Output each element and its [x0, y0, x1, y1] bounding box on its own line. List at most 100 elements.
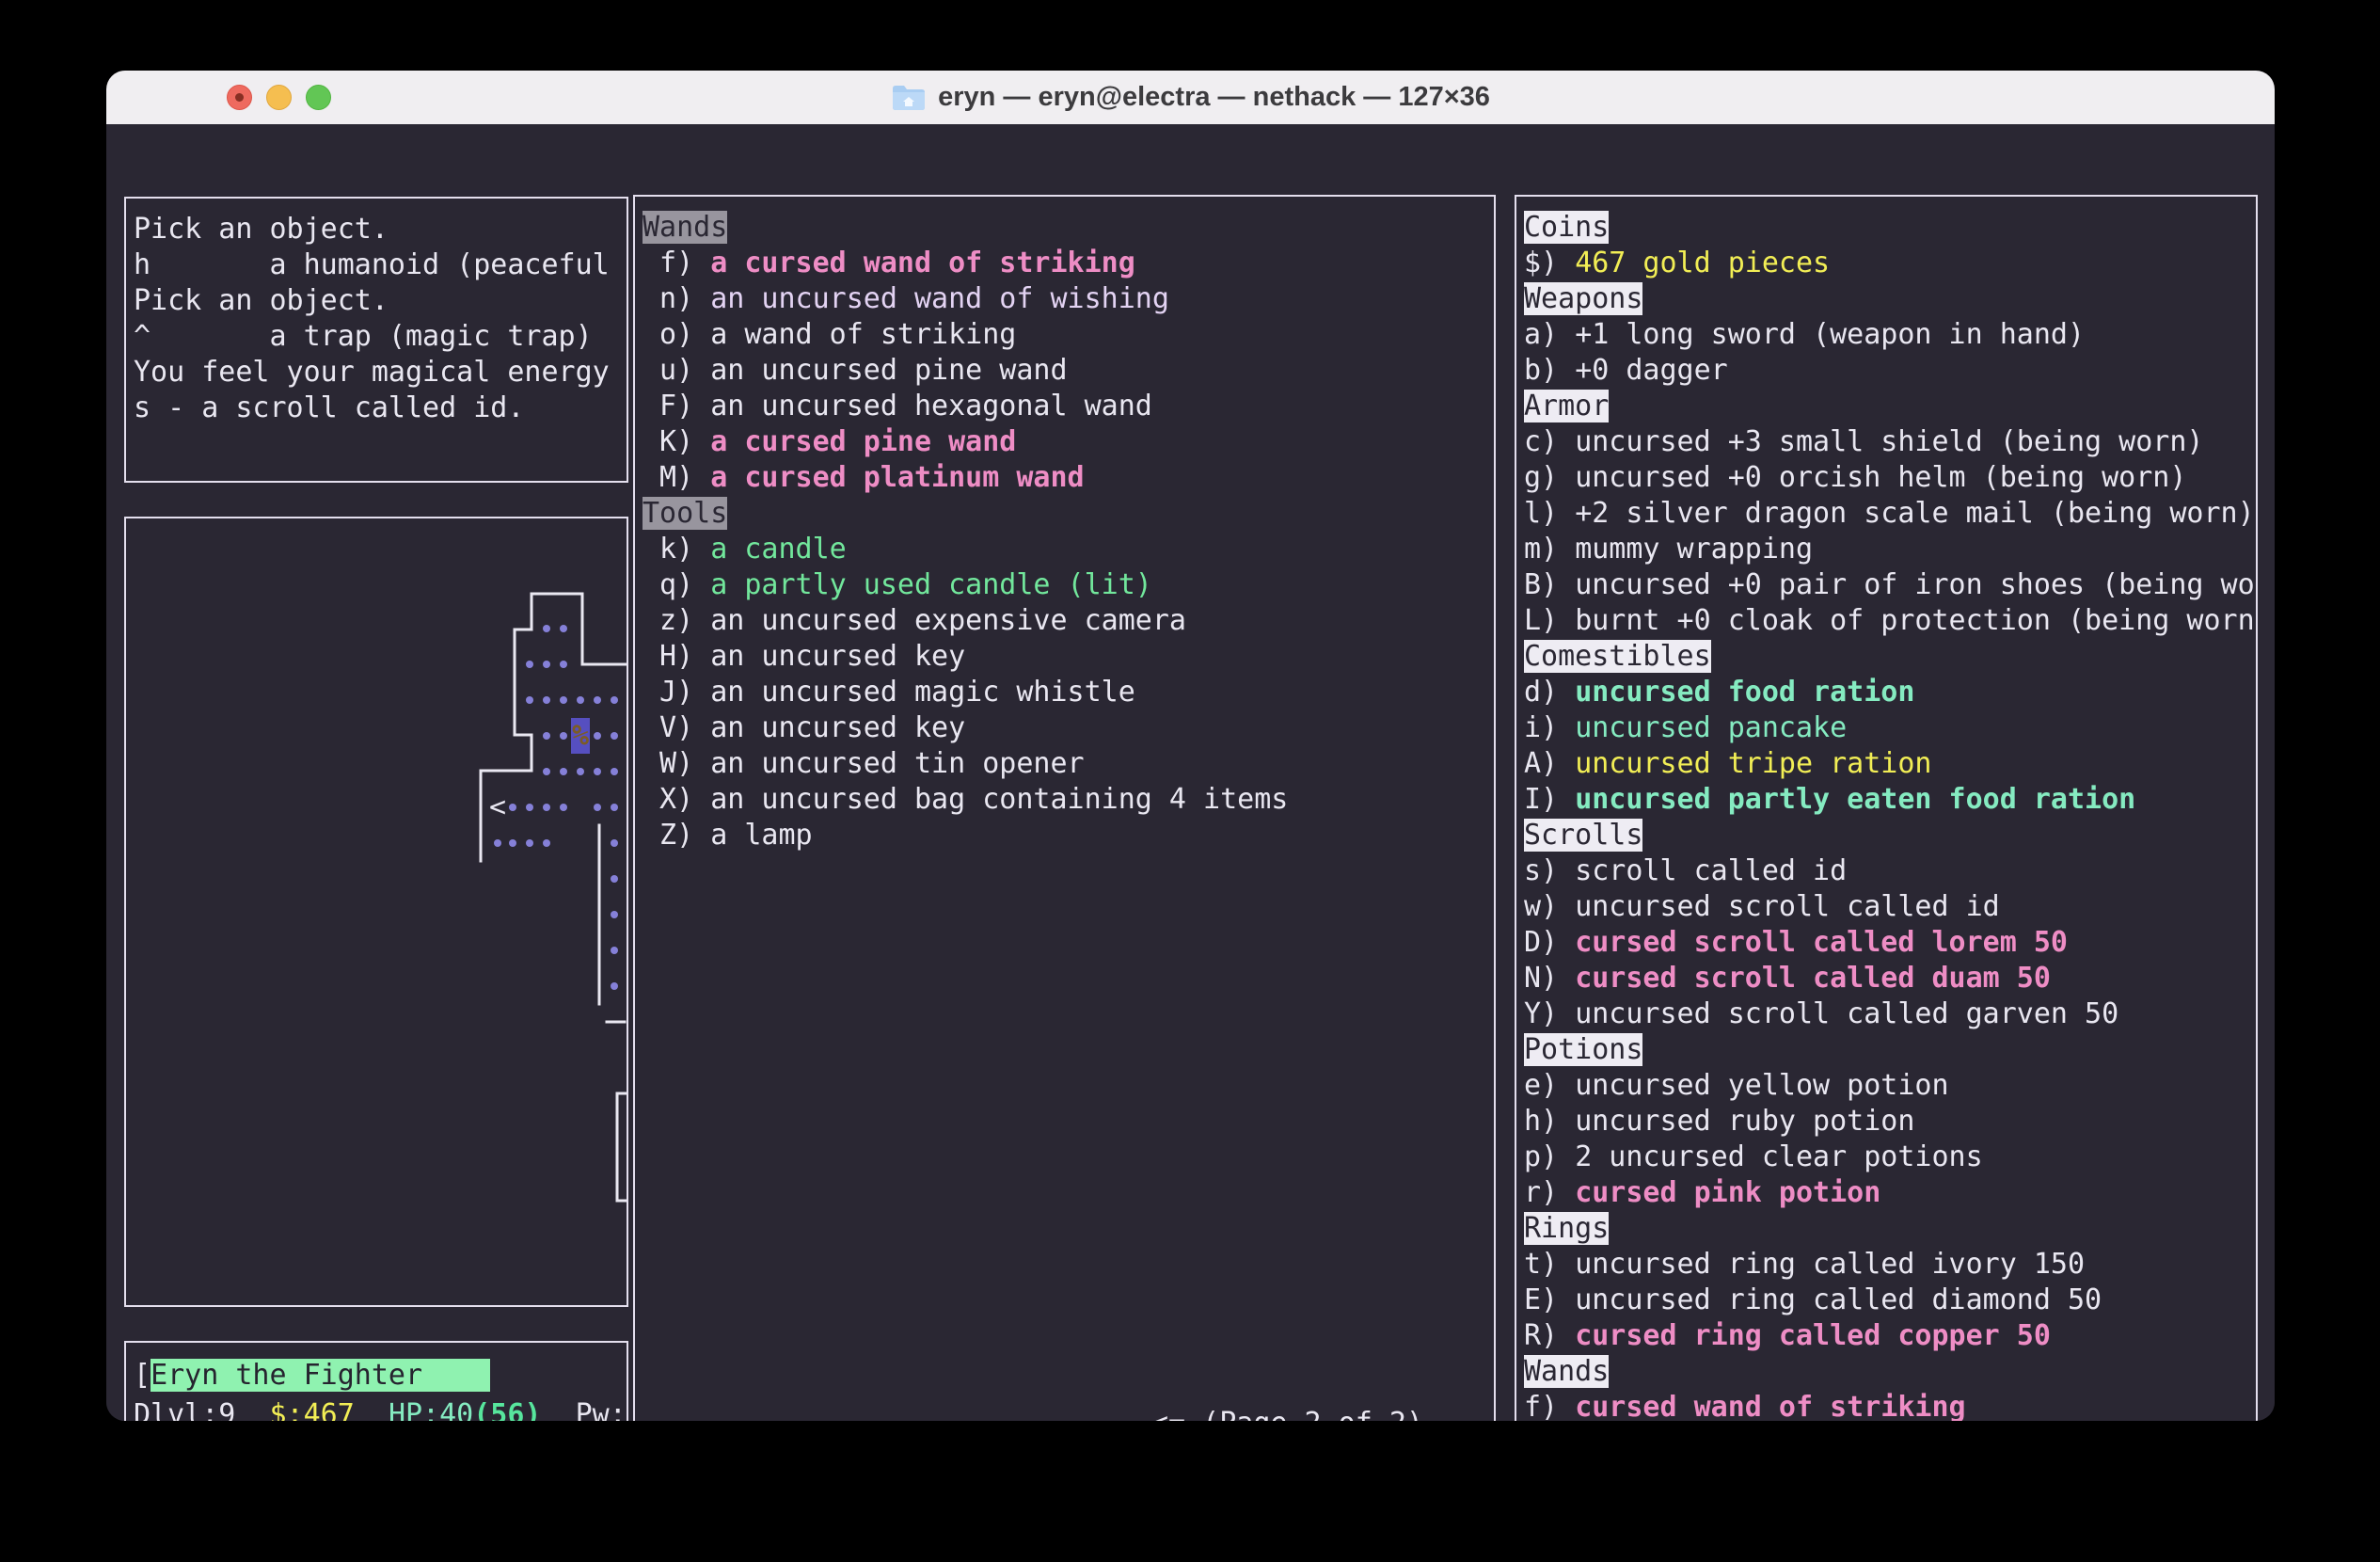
menu-section-header: Wands — [643, 210, 1488, 246]
menu-item[interactable]: w) uncursed scroll called id — [1524, 889, 2250, 925]
menu-item[interactable]: c) uncursed +3 small shield (being worn) — [1524, 424, 2250, 460]
food-object-glyph: % — [572, 720, 589, 753]
map-floor-dot — [577, 768, 584, 775]
menu-item[interactable]: k) a candle — [643, 532, 1488, 567]
menu-item[interactable]: p) 2 uncursed clear potions — [1524, 1140, 2250, 1175]
menu-section-header: Tools — [643, 496, 1488, 532]
map-floor-dot — [543, 732, 550, 740]
menu-section-header: Rings — [1524, 1211, 2250, 1247]
window-title: eryn — eryn@electra — nethack — 127×36 — [891, 82, 1490, 113]
inventory-lines: Coins$) 467 gold piecesWeaponsa) +1 long… — [1516, 197, 2256, 1421]
message-line: Pick an object. — [134, 283, 621, 319]
desktop: { "window": { "title": "eryn — eryn@elec… — [0, 0, 2380, 1562]
menu-section-header: Comestibles — [1524, 639, 2250, 675]
status-stats-line: Dlvl:9 $:467 HP:40(56) Pw: — [134, 1395, 621, 1421]
map-floor-dot — [526, 696, 533, 704]
menu-item[interactable]: R) cursed ring called copper 50 — [1524, 1318, 2250, 1354]
map-floor-dot — [594, 768, 601, 775]
menu-item[interactable]: Z) a lamp — [643, 818, 1488, 853]
menu-item[interactable]: K) a cursed pine wand — [643, 424, 1488, 460]
dungeon-map: <% — [126, 518, 627, 1305]
zoom-button[interactable] — [306, 85, 331, 110]
map-floor-dot — [543, 839, 550, 847]
menu-item[interactable]: $) 467 gold pieces — [1524, 246, 2250, 281]
menu-item[interactable]: Y) uncursed scroll called garven 50 — [1524, 996, 2250, 1032]
menu-item[interactable]: M) a cursed platinum wand — [643, 460, 1488, 496]
titlebar[interactable]: eryn — eryn@electra — nethack — 127×36 — [106, 71, 2275, 125]
menu-item[interactable]: m) mummy wrapping — [1524, 532, 2250, 567]
menu-item[interactable]: s) scroll called id — [1524, 853, 2250, 889]
map-floor-dot — [611, 947, 618, 954]
map-floor-dot — [526, 804, 533, 811]
menu-item[interactable]: E) uncursed ring called diamond 50 — [1524, 1283, 2250, 1318]
map-floor-dot — [543, 768, 550, 775]
menu-item[interactable]: f) a cursed wand of striking — [643, 246, 1488, 281]
inventory-menu-page2: Wands f) a cursed wand of striking n) an… — [633, 195, 1496, 1421]
map-floor-dot — [543, 661, 550, 668]
persistent-inventory: Coins$) 467 gold piecesWeaponsa) +1 long… — [1515, 195, 2258, 1421]
status-field — [235, 1398, 269, 1421]
map-floor-dot — [543, 625, 550, 632]
menu-item[interactable]: B) uncursed +0 pair of iron shoes (being… — [1524, 567, 2250, 603]
window-controls — [227, 71, 331, 124]
terminal-content[interactable]: Pick an object.h a humanoid (peacefulPic… — [106, 124, 2275, 1421]
menu-item[interactable]: L) burnt +0 cloak of protection (being w… — [1524, 603, 2250, 639]
message-line: ^ a trap (magic trap) — [134, 319, 621, 355]
menu-item[interactable]: D) cursed scroll called lorem 50 — [1524, 925, 2250, 961]
map-floor-dot — [543, 804, 550, 811]
menu-item[interactable]: z) an uncursed expensive camera — [643, 603, 1488, 639]
message-line: Pick an object. — [134, 212, 621, 247]
menu-item[interactable]: h) uncursed ruby potion — [1524, 1104, 2250, 1140]
menu-item[interactable]: A) uncursed tripe ration — [1524, 746, 2250, 782]
map-floor-dot — [560, 696, 567, 704]
close-button[interactable] — [227, 85, 252, 110]
window-title-text: eryn — eryn@electra — nethack — 127×36 — [938, 82, 1490, 113]
map-floor-dot — [494, 839, 501, 847]
map-floor-dot — [611, 768, 618, 775]
map-floor-dot — [560, 732, 567, 740]
menu-item[interactable]: H) an uncursed key — [643, 639, 1488, 675]
map-window: <% — [124, 517, 628, 1307]
menu-item[interactable]: J) an uncursed magic whistle — [643, 675, 1488, 710]
menu-item[interactable]: e) uncursed yellow potion — [1524, 1068, 2250, 1104]
map-floor-dot — [611, 982, 618, 990]
menu-item[interactable]: b) +0 dagger — [1524, 353, 2250, 389]
map-floor-dot — [560, 625, 567, 632]
map-floor-dot — [509, 804, 516, 811]
message-window: Pick an object.h a humanoid (peacefulPic… — [124, 197, 628, 483]
menu-lines: Wands f) a cursed wand of striking n) an… — [635, 197, 1494, 853]
message-line: You feel your magical energy — [134, 355, 621, 390]
menu-item[interactable]: u) an uncursed pine wand — [643, 353, 1488, 389]
map-floor-dot — [560, 768, 567, 775]
map-floor-dot — [594, 696, 601, 704]
menu-item[interactable]: f) cursed wand of striking — [1524, 1390, 2250, 1421]
menu-item[interactable]: N) cursed scroll called duam 50 — [1524, 961, 2250, 996]
menu-item[interactable]: W) an uncursed tin opener — [643, 746, 1488, 782]
status-field — [355, 1398, 389, 1421]
menu-item[interactable]: l) +2 silver dragon scale mail (being wo… — [1524, 496, 2250, 532]
menu-section-header: Potions — [1524, 1032, 2250, 1068]
menu-item[interactable]: g) uncursed +0 orcish helm (being worn) — [1524, 460, 2250, 496]
map-floor-dot — [611, 696, 618, 704]
minimize-button[interactable] — [266, 85, 292, 110]
menu-item[interactable]: X) an uncursed bag containing 4 items — [643, 782, 1488, 818]
menu-item[interactable]: o) a wand of striking — [643, 317, 1488, 353]
menu-item[interactable]: i) uncursed pancake — [1524, 710, 2250, 746]
menu-item[interactable]: d) uncursed food ration — [1524, 675, 2250, 710]
menu-item[interactable]: r) cursed pink potion — [1524, 1175, 2250, 1211]
menu-item[interactable]: a) +1 long sword (weapon in hand) — [1524, 317, 2250, 353]
menu-item[interactable]: q) a partly used candle (lit) — [643, 567, 1488, 603]
map-floor-dot — [509, 839, 516, 847]
menu-section-header: Wands — [1524, 1354, 2250, 1390]
menu-item[interactable]: n) an uncursed wand of wishing — [643, 281, 1488, 317]
menu-item[interactable]: V) an uncursed key — [643, 710, 1488, 746]
terminal-window: eryn — eryn@electra — nethack — 127×36 P… — [106, 71, 2275, 1421]
menu-item[interactable]: I) uncursed partly eaten food ration — [1524, 782, 2250, 818]
menu-section-header: Weapons — [1524, 281, 2250, 317]
menu-item[interactable]: t) uncursed ring called ivory 150 — [1524, 1247, 2250, 1283]
status-window: [Eryn the Fighter Dlvl:9 $:467 HP:40(56)… — [124, 1341, 628, 1421]
unsaved-indicator-dot — [235, 93, 244, 102]
menu-item[interactable]: F) an uncursed hexagonal wand — [643, 389, 1488, 424]
menu-pagination: <= (Page 2 of 2) — [1151, 1406, 1423, 1421]
map-floor-dot — [594, 732, 601, 740]
